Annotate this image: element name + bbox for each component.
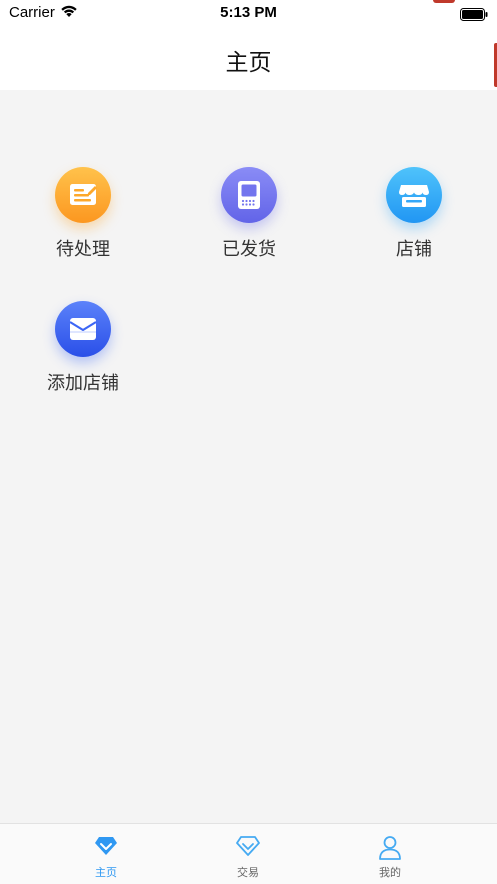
grid-item-add-store[interactable]: 添加店铺 xyxy=(0,301,166,395)
top-edge-accent xyxy=(433,0,455,3)
shipped-icon xyxy=(221,167,277,223)
grid-item-label: 添加店铺 xyxy=(47,373,119,394)
grid-item-label: 待处理 xyxy=(56,239,110,260)
grid-item-label: 店铺 xyxy=(396,239,432,260)
user-icon xyxy=(378,835,402,865)
status-bar: Carrier 5:13 PM xyxy=(0,0,497,26)
battery-icon xyxy=(460,6,488,25)
add-store-icon xyxy=(55,301,111,357)
navigation-bar: 主页 xyxy=(0,26,497,90)
tab-mine[interactable]: 我的 xyxy=(307,824,473,884)
grid-item-label: 已发货 xyxy=(222,239,276,260)
page-title: 主页 xyxy=(225,50,272,76)
grid-item-shipped[interactable]: 已发货 xyxy=(166,167,332,261)
grid-item-store[interactable]: 店铺 xyxy=(331,167,497,261)
diamond-icon xyxy=(94,835,118,861)
store-icon xyxy=(386,167,442,223)
main-content: 待处理 已发货 店铺 添加店铺 xyxy=(0,90,497,823)
diamond-outline-icon xyxy=(236,835,260,861)
tab-bar: 主页 交易 我的 xyxy=(0,823,497,884)
grid-item-pending[interactable]: 待处理 xyxy=(0,167,166,261)
tab-label: 我的 xyxy=(379,866,401,879)
pending-icon xyxy=(55,167,111,223)
clock: 5:13 PM xyxy=(220,4,277,21)
